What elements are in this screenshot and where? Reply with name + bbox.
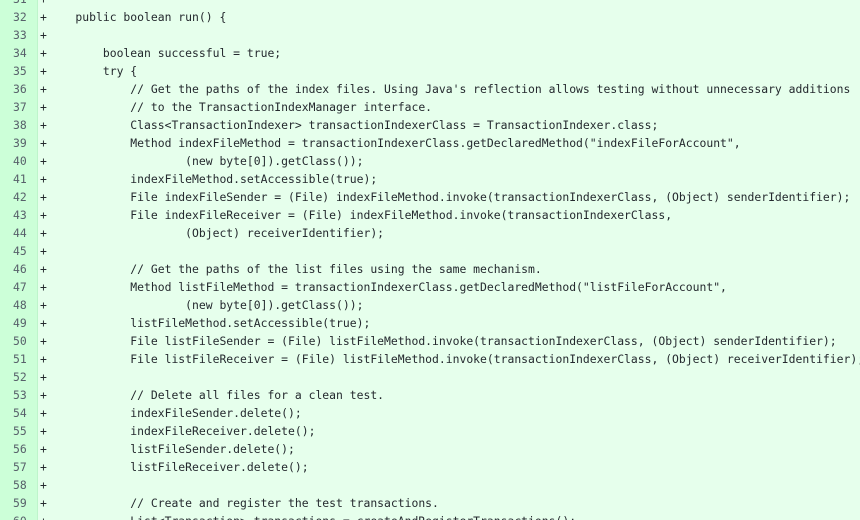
diff-line: 58 + — [0, 476, 860, 494]
added-marker: + — [40, 244, 47, 258]
line-number[interactable]: 44 — [0, 224, 38, 242]
line-number[interactable]: 59 — [0, 494, 38, 512]
line-number[interactable]: 38 — [0, 116, 38, 134]
diff-line: 34 + boolean successful = true; — [0, 44, 860, 62]
line-number[interactable]: 37 — [0, 98, 38, 116]
code-text: (new byte[0]).getClass()); — [48, 154, 364, 168]
code-text: Class<TransactionIndexer> transactionInd… — [48, 118, 659, 132]
diff-line: 48 + (new byte[0]).getClass()); — [0, 296, 860, 314]
line-number[interactable]: 32 — [0, 8, 38, 26]
diff-line: 50 + File listFileSender = (File) listFil… — [0, 332, 860, 350]
diff-line: 45 + — [0, 242, 860, 260]
added-marker: + — [40, 478, 47, 492]
line-number[interactable]: 53 — [0, 386, 38, 404]
line-number[interactable]: 36 — [0, 80, 38, 98]
line-number[interactable]: 41 — [0, 170, 38, 188]
diff-line: 38 + Class<TransactionIndexer> transactio… — [0, 116, 860, 134]
diff-line: 52 + — [0, 368, 860, 386]
line-number[interactable]: 43 — [0, 206, 38, 224]
line-number[interactable]: 40 — [0, 152, 38, 170]
diff-line: 46 + // Get the paths of the list files u… — [0, 260, 860, 278]
diff-line: 57 + listFileReceiver.delete(); — [0, 458, 860, 476]
diff-line: 41 + indexFileMethod.setAccessible(true); — [0, 170, 860, 188]
diff-line: 31+ — [0, 0, 860, 8]
line-number[interactable]: 56 — [0, 440, 38, 458]
code-text: indexFileReceiver.delete(); — [48, 424, 316, 438]
line-number[interactable]: 34 — [0, 44, 38, 62]
code-text: public boolean run() { — [48, 10, 227, 24]
code-text: try { — [48, 64, 138, 78]
line-number[interactable]: 35 — [0, 62, 38, 80]
diff-line: 60+ List<Transaction> transactions = cre… — [0, 512, 860, 520]
diff-line: 39 + Method indexFileMethod = transaction… — [0, 134, 860, 152]
diff-view: 31+32+ public boolean run() {33+34+ bool… — [0, 0, 860, 520]
code-text: File listFileReceiver = (File) listFileM… — [48, 352, 860, 366]
added-marker: + — [40, 370, 47, 384]
diff-line: 32 + public boolean run() { — [0, 8, 860, 26]
line-number[interactable]: 57 — [0, 458, 38, 476]
line-number[interactable]: 45 — [0, 242, 38, 260]
line-number[interactable]: 33 — [0, 26, 38, 44]
line-number[interactable]: 47 — [0, 278, 38, 296]
diff-line: 43 + File indexFileReceiver = (File) inde… — [0, 206, 860, 224]
diff-line: 37 + // to the TransactionIndexManager in… — [0, 98, 860, 116]
code-text: // to the TransactionIndexManager interf… — [48, 100, 433, 114]
diff-line: 49 + listFileMethod.setAccessible(true); — [0, 314, 860, 332]
line-number[interactable]: 58 — [0, 476, 38, 494]
code-text: File listFileSender = (File) listFileMet… — [48, 334, 837, 348]
code-text: indexFileSender.delete(); — [48, 406, 302, 420]
diff-line: 44 + (Object) receiverIdentifier); — [0, 224, 860, 242]
diff-line: 55 + indexFileReceiver.delete(); — [0, 422, 860, 440]
diff-line: 47 + Method listFileMethod = transactionI… — [0, 278, 860, 296]
code-text: boolean successful = true; — [48, 46, 282, 60]
line-number[interactable]: 42 — [0, 188, 38, 206]
line-number[interactable]: 54 — [0, 404, 38, 422]
diff-line: 35 + try { — [0, 62, 860, 80]
code-text: List<Transaction> transactions = createA… — [48, 512, 576, 520]
diff-line: 40 + (new byte[0]).getClass()); — [0, 152, 860, 170]
added-marker: + — [40, 28, 47, 42]
code-text: // Get the paths of the index files. Usi… — [48, 82, 851, 96]
diff-line: 51 + File listFileReceiver = (File) listF… — [0, 350, 860, 368]
line-number[interactable]: 39 — [0, 134, 38, 152]
code-text: Method listFileMethod = transactionIndex… — [48, 280, 727, 294]
line-number[interactable]: 60 — [0, 512, 38, 520]
code-text: File indexFileReceiver = (File) indexFil… — [48, 208, 673, 222]
code-text: (Object) receiverIdentifier); — [48, 226, 385, 240]
line-number[interactable]: 31 — [0, 0, 38, 8]
diff-line: 42 + File indexFileSender = (File) indexF… — [0, 188, 860, 206]
diff-line: 56 + listFileSender.delete(); — [0, 440, 860, 458]
line-number[interactable]: 51 — [0, 350, 38, 368]
line-number[interactable]: 46 — [0, 260, 38, 278]
code-text: indexFileMethod.setAccessible(true); — [48, 172, 378, 186]
code-text: // Delete all files for a clean test. — [48, 388, 385, 402]
line-number[interactable]: 50 — [0, 332, 38, 350]
line-number[interactable]: 48 — [0, 296, 38, 314]
line-number[interactable]: 49 — [0, 314, 38, 332]
diff-line: 54 + indexFileSender.delete(); — [0, 404, 860, 422]
code-text: // Create and register the test transact… — [48, 496, 439, 510]
code-text: // Get the paths of the list files using… — [48, 262, 542, 276]
added-marker: + — [40, 0, 50, 8]
code-text: (new byte[0]).getClass()); — [48, 298, 364, 312]
diff-line: 36 + // Get the paths of the index files.… — [0, 80, 860, 98]
line-number[interactable]: 52 — [0, 368, 38, 386]
code-text: Method indexFileMethod = transactionInde… — [48, 136, 741, 150]
code-text: listFileReceiver.delete(); — [48, 460, 309, 474]
code-text: listFileMethod.setAccessible(true); — [48, 316, 371, 330]
code-text: listFileSender.delete(); — [48, 442, 295, 456]
diff-line: 53 + // Delete all files for a clean test… — [0, 386, 860, 404]
diff-line: 33 + — [0, 26, 860, 44]
code-text: File indexFileSender = (File) indexFileM… — [48, 190, 851, 204]
diff-line: 59 + // Create and register the test tran… — [0, 494, 860, 512]
line-number[interactable]: 55 — [0, 422, 38, 440]
